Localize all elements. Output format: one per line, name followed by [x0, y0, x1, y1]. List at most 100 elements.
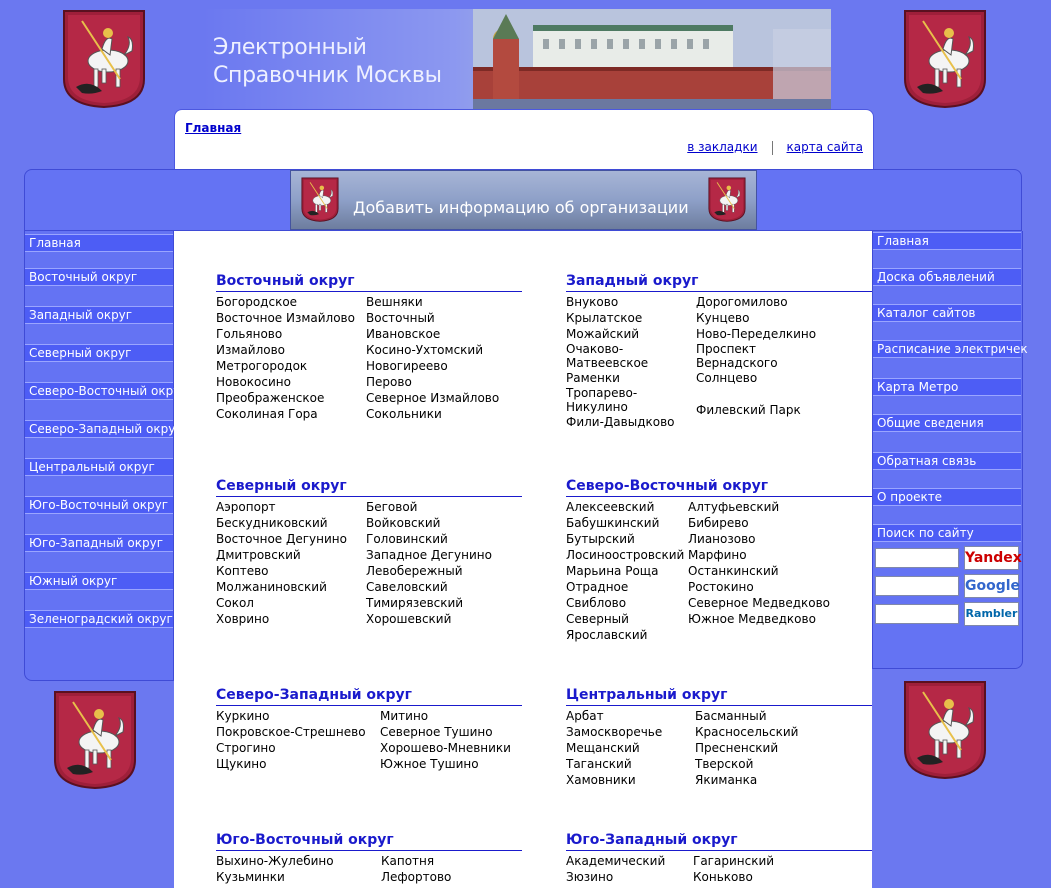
area-link[interactable]: Лосиноостровский — [566, 547, 688, 563]
search-input[interactable] — [875, 576, 959, 596]
area-link[interactable]: Строгино — [216, 740, 380, 756]
sitemap-link[interactable]: карта сайта — [787, 140, 863, 154]
area-link[interactable]: Кузьминки — [216, 869, 381, 885]
district-title[interactable]: Северный округ — [216, 478, 522, 497]
google-search-button[interactable]: Google — [964, 574, 1020, 598]
area-link[interactable]: Сокольники — [366, 406, 499, 422]
area-link[interactable]: Красносельский — [695, 724, 798, 740]
right-nav-item[interactable]: Главная — [873, 232, 1021, 250]
area-link[interactable]: Якиманка — [695, 772, 798, 788]
area-link[interactable]: Ростокино — [688, 579, 830, 595]
area-link[interactable]: Коптево — [216, 563, 366, 579]
area-link[interactable]: Косино-Ухтомский — [366, 342, 499, 358]
right-nav-item[interactable]: Доска объявлений — [873, 268, 1021, 286]
right-nav-item[interactable]: Поиск по сайту — [873, 524, 1021, 542]
district-title[interactable]: Юго-Западный округ — [566, 832, 872, 851]
area-link[interactable]: Метрогородок — [216, 358, 366, 374]
area-link[interactable]: Гагаринский — [693, 853, 774, 869]
area-link[interactable]: Покровское-Стрешнево — [216, 724, 380, 740]
area-link[interactable]: Новогиреево — [366, 358, 499, 374]
breadcrumb-home-link[interactable]: Главная — [185, 121, 241, 135]
area-link[interactable]: Измайлово — [216, 342, 366, 358]
add-organization-banner[interactable]: Добавить информацию об организации — [290, 170, 757, 230]
district-title[interactable]: Восточный округ — [216, 273, 522, 292]
area-link[interactable]: Преображенское — [216, 390, 366, 406]
area-link[interactable]: Мещанский — [566, 740, 695, 756]
area-link[interactable]: Алтуфьевский — [688, 499, 830, 515]
area-link[interactable]: Филевский Парк — [696, 402, 816, 418]
district-title[interactable]: Юго-Восточный округ — [216, 832, 522, 851]
area-link[interactable]: Бабушкинский — [566, 515, 688, 531]
area-link[interactable]: Капотня — [381, 853, 451, 869]
area-link[interactable]: Очаково- Матвеевское — [566, 342, 696, 370]
district-title[interactable]: Северо-Восточный округ — [566, 478, 872, 497]
bookmark-link[interactable]: в закладки — [687, 140, 757, 154]
area-link[interactable]: Солнцево — [696, 370, 816, 386]
area-link[interactable]: Басманный — [695, 708, 798, 724]
left-nav-item[interactable]: Северный округ — [25, 344, 173, 362]
area-link[interactable]: Перово — [366, 374, 499, 390]
area-link[interactable]: Богородское — [216, 294, 366, 310]
district-title[interactable]: Центральный округ — [566, 687, 872, 706]
area-link[interactable]: Войковский — [366, 515, 492, 531]
yandex-search-button[interactable]: Yandex — [964, 546, 1022, 570]
area-link[interactable]: Академический — [566, 853, 693, 869]
area-link[interactable]: Сокол — [216, 595, 366, 611]
area-link[interactable]: Восточный — [366, 310, 499, 326]
area-link[interactable]: Северное Медведково — [688, 595, 830, 611]
area-link[interactable]: Тропарево- Никулино — [566, 386, 696, 414]
right-nav-item[interactable]: Расписание электричек — [873, 340, 1028, 358]
area-link[interactable]: Коньково — [693, 869, 774, 885]
right-nav-item[interactable]: Карта Метро — [873, 378, 1021, 396]
area-link[interactable]: Арбат — [566, 708, 695, 724]
area-link[interactable]: Гольяново — [216, 326, 366, 342]
search-input[interactable] — [875, 548, 959, 568]
area-link[interactable]: Можайский — [566, 326, 696, 342]
area-link[interactable]: Останкинский — [688, 563, 830, 579]
area-link[interactable]: Ярославский — [566, 627, 688, 643]
area-link[interactable]: Зюзино — [566, 869, 693, 885]
area-link[interactable]: Лефортово — [381, 869, 451, 885]
area-link[interactable]: Хамовники — [566, 772, 695, 788]
area-link[interactable]: Беговой — [366, 499, 492, 515]
area-link[interactable]: Свиблово — [566, 595, 688, 611]
area-link[interactable]: Куркино — [216, 708, 380, 724]
area-link[interactable]: Марьина Роща — [566, 563, 688, 579]
rambler-search-button[interactable]: Rambler — [964, 602, 1019, 626]
area-link[interactable]: Тверской — [695, 756, 798, 772]
area-link[interactable]: Митино — [380, 708, 511, 724]
area-link[interactable]: Замоскворечье — [566, 724, 695, 740]
area-link[interactable]: Отрадное — [566, 579, 688, 595]
area-link[interactable]: Раменки — [566, 370, 696, 386]
area-link[interactable]: Южное Тушино — [380, 756, 511, 772]
area-link[interactable]: Лианозово — [688, 531, 830, 547]
right-nav-item[interactable]: Каталог сайтов — [873, 304, 1021, 322]
left-nav-item[interactable]: Зеленоградский округ — [25, 610, 173, 628]
area-link[interactable]: Южное Медведково — [688, 611, 830, 627]
area-link[interactable]: Восточное Измайлово — [216, 310, 366, 326]
right-nav-item[interactable]: Обратная связь — [873, 452, 1021, 470]
area-link[interactable]: Головинский — [366, 531, 492, 547]
left-nav-item[interactable]: Северо-Восточный округ — [25, 382, 187, 400]
area-link[interactable]: Вешняки — [366, 294, 499, 310]
area-link[interactable]: Новокосино — [216, 374, 366, 390]
area-link[interactable]: Молжаниновский — [216, 579, 366, 595]
area-link[interactable]: Бескудниковский — [216, 515, 366, 531]
area-link[interactable]: Хорошево-Мневники — [380, 740, 511, 756]
area-link[interactable]: Дмитровский — [216, 547, 366, 563]
area-link[interactable]: Дорогомилово — [696, 294, 816, 310]
right-nav-item[interactable]: Общие сведения — [873, 414, 1021, 432]
area-link[interactable]: Северный — [566, 611, 688, 627]
area-link[interactable]: Бутырский — [566, 531, 688, 547]
left-nav-item[interactable]: Южный округ — [25, 572, 173, 590]
area-link[interactable]: Крылатское — [566, 310, 696, 326]
area-link[interactable]: Левобережный — [366, 563, 492, 579]
area-link[interactable]: Северное Измайлово — [366, 390, 499, 406]
left-nav-item[interactable]: Восточный округ — [25, 268, 173, 286]
area-link[interactable]: Ховрино — [216, 611, 366, 627]
area-link[interactable]: Хорошевский — [366, 611, 492, 627]
area-link[interactable]: Восточное Дегунино — [216, 531, 366, 547]
district-title[interactable]: Западный округ — [566, 273, 872, 292]
left-nav-item[interactable]: Главная — [25, 234, 173, 252]
area-link[interactable]: Кунцево — [696, 310, 816, 326]
